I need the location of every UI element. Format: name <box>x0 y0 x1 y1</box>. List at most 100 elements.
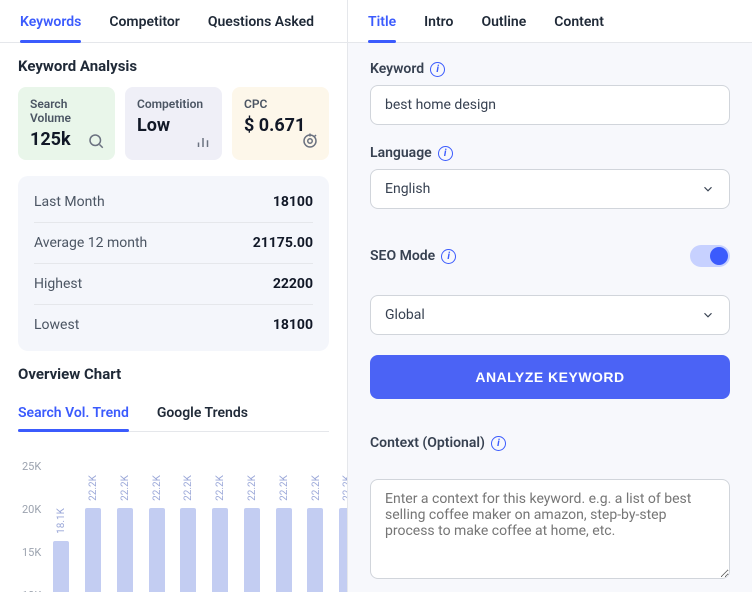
tab-keywords[interactable]: Keywords <box>20 14 81 42</box>
bar-rect <box>149 508 165 592</box>
context-area: Context (Optional) i <box>348 417 752 592</box>
stat-label: Highest <box>34 276 82 292</box>
bar-rect <box>244 508 260 592</box>
chart-bar: 22.2K <box>175 474 201 592</box>
language-label-text: Language <box>370 145 432 161</box>
keyword-label: Keyword i <box>370 61 730 77</box>
info-icon[interactable]: i <box>438 146 453 161</box>
stat-value: 18100 <box>273 317 313 333</box>
stat-value: 21175.00 <box>253 235 313 251</box>
form-area: Keyword i Language i English <box>348 43 752 227</box>
left-tabs: Keywords Competitor Questions Asked <box>0 0 347 43</box>
stat-label: Lowest <box>34 317 79 333</box>
overview-chart-section: Overview Chart Search Vol. Trend Google … <box>0 351 347 592</box>
y-tick: 20K <box>22 503 41 516</box>
stat-value: 22200 <box>273 276 313 292</box>
metric-label: Competition <box>137 97 210 111</box>
stat-row: Last Month 18100 <box>34 182 313 223</box>
keyword-analysis-section: Keyword Analysis Search Volume 125k Comp… <box>0 43 347 351</box>
bar-value-label: 22.2K <box>333 476 348 502</box>
bar-value-label: 22.2K <box>174 476 202 502</box>
bar-value-label: 22.2K <box>301 476 329 502</box>
seo-mode-row: SEO Mode i <box>370 245 730 267</box>
chart-bars: 18.1K22.2K22.2K22.2K22.2K22.2K22.2K22.2K… <box>47 456 348 592</box>
right-tabs: Title Intro Outline Content <box>348 0 752 43</box>
bar-rect <box>276 508 292 592</box>
bar-rect <box>180 508 196 592</box>
context-label: Context (Optional) i <box>370 435 730 451</box>
tab-outline[interactable]: Outline <box>481 14 526 42</box>
context-label-text: Context (Optional) <box>370 435 485 451</box>
bar-value-label: 22.2K <box>270 476 298 502</box>
info-icon[interactable]: i <box>441 249 456 264</box>
bar-rect <box>53 541 69 592</box>
chart-bar: 22.2K <box>271 474 297 592</box>
metric-cards: Search Volume 125k Competition Low CPC $… <box>18 87 329 160</box>
bar-value-label: 22.2K <box>206 476 234 502</box>
left-panel: Keywords Competitor Questions Asked Keyw… <box>0 0 348 592</box>
chevron-down-icon <box>701 182 715 196</box>
keyword-field-group: Keyword i <box>370 61 730 125</box>
chevron-down-icon <box>701 308 715 322</box>
keyword-label-text: Keyword <box>370 61 424 77</box>
target-icon <box>301 132 319 150</box>
bar-value-label: 22.2K <box>79 476 107 502</box>
seo-mode-label: SEO Mode i <box>370 248 456 264</box>
bar-rect <box>85 508 101 592</box>
metric-cpc[interactable]: CPC $ 0.671 <box>232 87 329 160</box>
stat-label: Average 12 month <box>34 235 147 251</box>
language-selected-value: English <box>385 181 430 197</box>
seo-area: SEO Mode i Global ANALYZE KEYWORD <box>348 227 752 417</box>
bar-rect <box>339 508 348 592</box>
chart-bar: 18.1K <box>48 507 74 592</box>
chart-sub-tabs: Search Vol. Trend Google Trends <box>18 395 329 432</box>
seo-mode-toggle[interactable] <box>690 245 730 267</box>
info-icon[interactable]: i <box>491 436 506 451</box>
metric-competition[interactable]: Competition Low <box>125 87 222 160</box>
metric-label: Search Volume <box>30 97 103 125</box>
language-label: Language i <box>370 145 730 161</box>
tab-intro[interactable]: Intro <box>424 14 453 42</box>
metric-search-volume[interactable]: Search Volume 125k <box>18 87 115 160</box>
bar-rect <box>117 508 133 592</box>
stat-row: Average 12 month 21175.00 <box>34 223 313 264</box>
chart-bar: 22.2K <box>239 474 265 592</box>
overview-chart-title: Overview Chart <box>18 365 329 383</box>
chart-bar: 22.2K <box>303 474 329 592</box>
bar-value-label: 18.1K <box>47 508 75 534</box>
stat-row: Lowest 18100 <box>34 305 313 345</box>
chart-bar: 22.2K <box>112 474 138 592</box>
chart-bar: 22.2K <box>207 474 233 592</box>
keyword-analysis-title: Keyword Analysis <box>18 57 329 75</box>
analyze-keyword-button[interactable]: ANALYZE KEYWORD <box>370 355 730 399</box>
chart-bar: 22.2K <box>144 474 170 592</box>
seo-mode-label-text: SEO Mode <box>370 248 435 264</box>
keyword-input[interactable] <box>370 85 730 125</box>
language-field-group: Language i English <box>370 145 730 209</box>
stat-value: 18100 <box>273 194 313 210</box>
tab-competitor[interactable]: Competitor <box>109 14 179 42</box>
search-vol-trend-chart: 25K 20K 15K 10K 18.1K22.2K22.2K22.2K22.2… <box>18 452 329 592</box>
tab-title[interactable]: Title <box>368 14 396 42</box>
stat-row: Highest 22200 <box>34 264 313 305</box>
chart-bar: 22.2K <box>80 474 106 592</box>
bar-value-label: 22.2K <box>238 476 266 502</box>
tab-questions-asked[interactable]: Questions Asked <box>208 14 314 42</box>
tab-content[interactable]: Content <box>554 14 604 42</box>
right-panel: Title Intro Outline Content Keyword i La… <box>348 0 752 592</box>
chart-bar: 22.2K <box>334 474 348 592</box>
scope-select[interactable]: Global <box>370 295 730 335</box>
bar-chart-icon <box>194 132 212 150</box>
info-icon[interactable]: i <box>430 62 445 77</box>
search-icon <box>87 132 105 150</box>
metric-label: CPC <box>244 97 317 111</box>
sub-tab-google-trends[interactable]: Google Trends <box>157 395 248 431</box>
bar-rect <box>212 508 228 592</box>
y-tick: 15K <box>22 546 41 559</box>
language-select[interactable]: English <box>370 169 730 209</box>
sub-tab-search-vol-trend[interactable]: Search Vol. Trend <box>18 395 129 431</box>
context-textarea[interactable] <box>370 479 730 579</box>
bar-value-label: 22.2K <box>143 476 171 502</box>
y-tick: 25K <box>22 460 41 473</box>
bar-rect <box>307 508 323 592</box>
